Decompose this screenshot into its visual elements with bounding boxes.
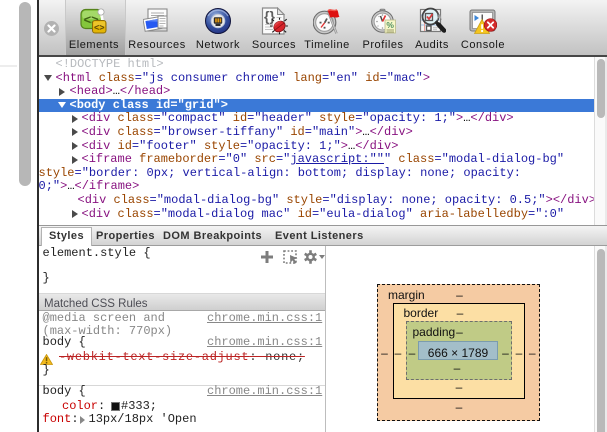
svg-text:<>: <> bbox=[94, 23, 105, 33]
svg-text:{}: {} bbox=[264, 8, 275, 24]
svg-text:%: % bbox=[386, 20, 394, 30]
svg-text:A: A bbox=[437, 13, 443, 22]
